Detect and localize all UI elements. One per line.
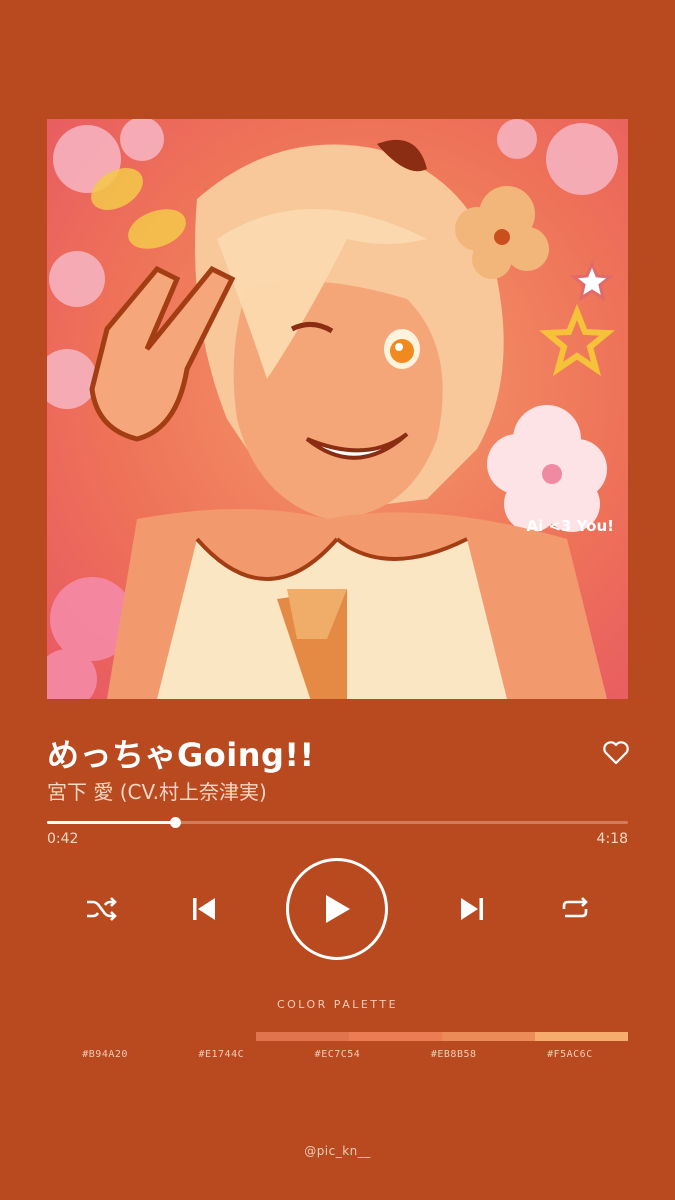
play-button[interactable] xyxy=(286,858,388,960)
palette-swatch xyxy=(442,1032,535,1041)
skip-previous-icon[interactable] xyxy=(188,894,220,924)
artwork-illustration xyxy=(47,119,628,699)
palette-swatches xyxy=(163,1032,628,1041)
palette-hex-label: #EB8B58 xyxy=(430,1049,477,1060)
palette-swatch xyxy=(535,1032,628,1041)
play-icon xyxy=(326,895,350,923)
music-player-screen: Ai <3 You! めっちゃGoing!! 宮下 愛 (CV.村上奈津実) 0… xyxy=(0,0,675,1200)
heart-outline-icon[interactable] xyxy=(602,740,630,766)
shuffle-icon[interactable] xyxy=(84,894,118,924)
track-title: めっちゃGoing!! xyxy=(47,736,315,774)
album-artwork: Ai <3 You! xyxy=(47,119,628,699)
elapsed-time: 0:42 xyxy=(47,831,79,847)
progress-handle[interactable] xyxy=(169,817,181,828)
skip-next-icon[interactable] xyxy=(456,894,488,924)
palette-swatch xyxy=(163,1032,256,1041)
palette-hex-label: #B94A20 xyxy=(82,1049,128,1060)
artwork-caption: Ai <3 You! xyxy=(526,517,614,535)
palette-hex-label: #E1744C xyxy=(198,1049,245,1060)
track-artist: 宮下 愛 (CV.村上奈津実) xyxy=(47,780,267,804)
total-duration: 4:18 xyxy=(596,831,628,847)
repeat-icon[interactable] xyxy=(558,894,592,924)
palette-hex-label: #F5AC6C xyxy=(547,1049,593,1060)
credit-handle: @pic_kn__ xyxy=(304,1144,371,1158)
palette-hex-label: #EC7C54 xyxy=(314,1049,361,1060)
palette-swatch xyxy=(256,1032,349,1041)
palette-swatch xyxy=(349,1032,442,1041)
palette-hex-codes: #B94A20 #E1744C #EC7C54 #EB8B58 #F5AC6C xyxy=(47,1049,628,1060)
progress-fill xyxy=(47,821,175,824)
palette-label: COLOR PALETTE xyxy=(276,998,399,1011)
progress-bar[interactable] xyxy=(47,817,628,828)
